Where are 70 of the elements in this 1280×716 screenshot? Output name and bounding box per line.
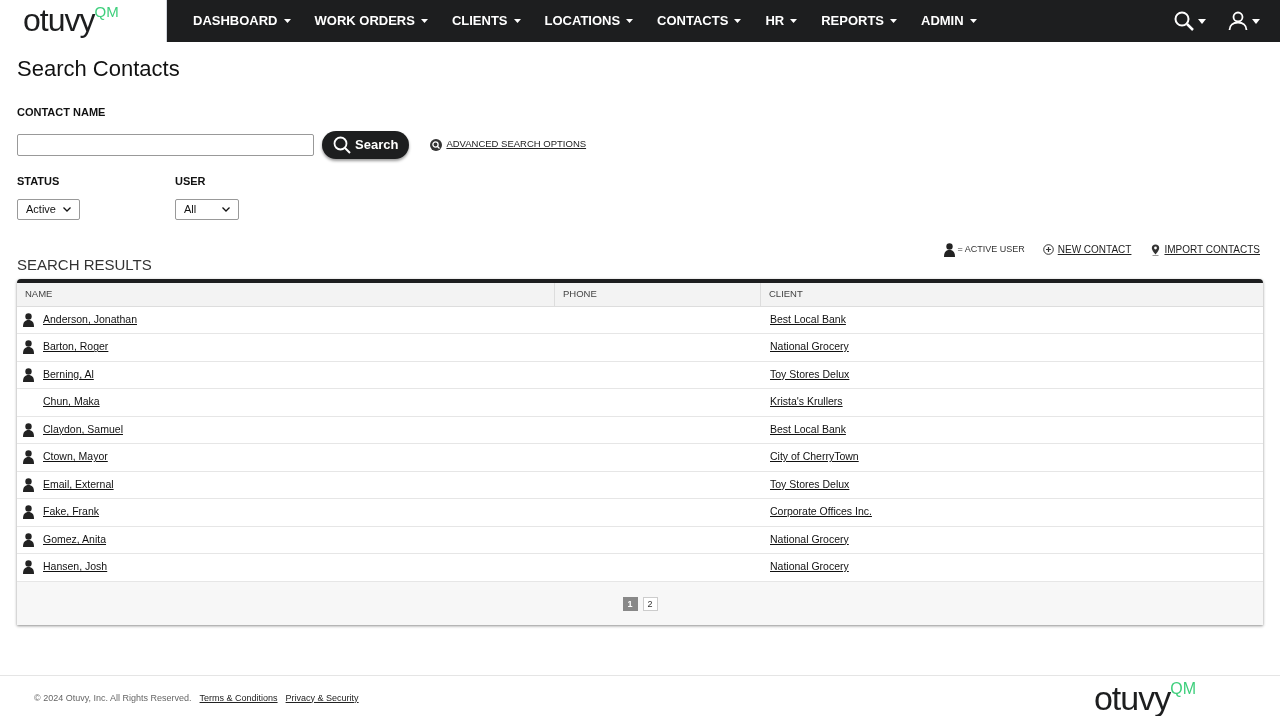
caret-icon — [1198, 18, 1206, 24]
user-select[interactable]: All — [175, 199, 239, 220]
caret-icon — [283, 19, 291, 23]
contact-link[interactable]: Fake, Frank — [43, 504, 100, 521]
action-link[interactable]: IMPORT CONTACTS — [1164, 242, 1260, 257]
nav-menu[interactable]: REPORTS — [821, 11, 897, 31]
search-icon — [1174, 11, 1194, 31]
chevron-down-icon — [222, 207, 230, 212]
client-link[interactable]: Toy Stores Delux — [770, 367, 850, 380]
section-title: SEARCH RESULTS — [17, 255, 153, 275]
caret-icon — [790, 19, 798, 23]
caret-icon — [420, 19, 428, 23]
field-label: CONTACT NAME — [17, 105, 107, 120]
user-menu[interactable] — [1228, 11, 1260, 31]
contact-link[interactable]: Claydon, Samuel — [43, 421, 123, 438]
contact-link[interactable]: Email, External — [43, 476, 114, 493]
caret-icon — [513, 19, 521, 23]
map-pin-icon — [1151, 243, 1161, 256]
legend-text: = ACTIVE USER — [957, 242, 1025, 256]
contact-link[interactable]: Berning, Al — [43, 366, 94, 383]
nav-menu[interactable]: LOCATIONS — [544, 11, 634, 31]
caret-icon — [626, 19, 634, 23]
search-icon — [333, 135, 351, 154]
caret-icon — [1252, 18, 1260, 24]
page-button[interactable]: 2 — [642, 597, 658, 611]
contact-link[interactable]: Chun, Maka — [43, 394, 100, 411]
contact-link[interactable]: Hansen, Josh — [43, 559, 108, 576]
person-icon — [944, 242, 956, 257]
advanced-search-link[interactable]: ADVANCED SEARCH OPTIONS — [446, 137, 587, 152]
contact-name-input[interactable] — [17, 133, 314, 156]
client-link[interactable]: City of CherryTown — [770, 450, 859, 463]
client-link[interactable]: Best Local Bank — [770, 312, 846, 325]
copyright-text: © 2024 Otuvy, Inc. All Rights Reserved. — [34, 691, 192, 705]
caret-icon — [969, 19, 977, 23]
field-label: USER — [175, 173, 207, 189]
contact-link[interactable]: Anderson, Jonathan — [43, 311, 137, 328]
column-header[interactable]: PHONE — [555, 282, 761, 306]
client-link[interactable]: Krista's Krullers — [770, 395, 843, 408]
search-button[interactable]: Search — [322, 130, 410, 159]
client-link[interactable]: National Grocery — [770, 532, 849, 545]
user-icon — [1228, 11, 1248, 31]
search-icon — [430, 138, 443, 151]
nav-menu[interactable]: ADMIN — [921, 11, 977, 31]
nav-menu[interactable]: WORK ORDERS — [314, 11, 428, 31]
client-link[interactable]: Corporate Offices Inc. — [770, 505, 872, 518]
client-link[interactable]: Best Local Bank — [770, 422, 846, 435]
page-title: Search Contacts — [17, 56, 181, 82]
footer-link[interactable]: Privacy & Security — [285, 691, 359, 705]
caret-icon — [734, 19, 742, 23]
page-button[interactable]: 1 — [622, 597, 638, 611]
nav-menu[interactable]: DASHBOARD — [193, 11, 291, 31]
plus-circle-icon — [1042, 244, 1054, 255]
nav-menu[interactable]: CLIENTS — [451, 11, 521, 31]
caret-icon — [890, 19, 897, 23]
client-link[interactable]: Toy Stores Delux — [770, 477, 850, 490]
client-link[interactable]: National Grocery — [770, 560, 849, 573]
footer-link[interactable]: Terms & Conditions — [199, 691, 278, 705]
contact-link[interactable]: Barton, Roger — [43, 339, 109, 356]
column-header[interactable]: CLIENT — [761, 282, 1263, 306]
column-header[interactable]: NAME — [17, 282, 555, 306]
contact-link[interactable]: Ctown, Mayor — [43, 449, 108, 466]
client-link[interactable]: National Grocery — [770, 340, 849, 353]
search-menu[interactable] — [1174, 11, 1206, 31]
action-link[interactable]: NEW CONTACT — [1057, 242, 1132, 257]
nav-menu[interactable]: CONTACTS — [657, 11, 742, 31]
nav-menu[interactable]: HR — [765, 11, 798, 31]
contact-link[interactable]: Gomez, Anita — [43, 531, 107, 548]
field-label: STATUS — [17, 173, 61, 189]
chevron-down-icon — [63, 207, 71, 212]
status-select[interactable]: Active — [17, 199, 80, 220]
